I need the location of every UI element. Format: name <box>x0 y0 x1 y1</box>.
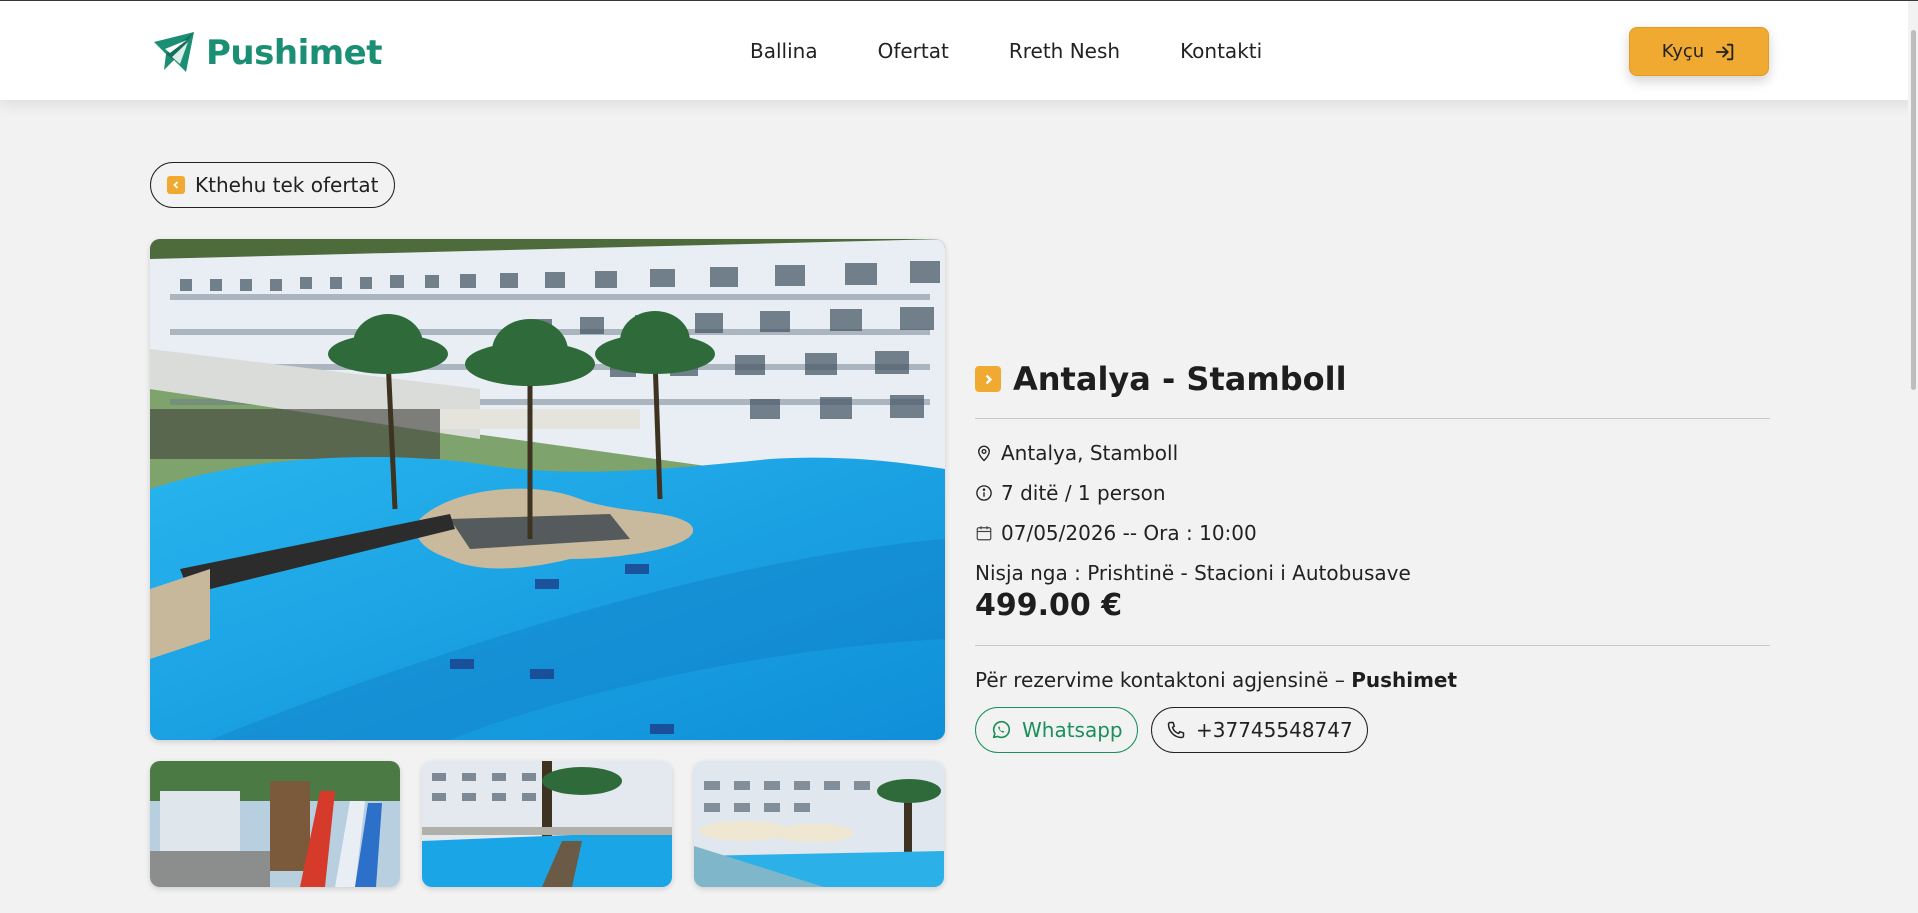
sign-in-icon <box>1716 43 1734 60</box>
whatsapp-icon <box>992 720 1011 739</box>
main-photo[interactable] <box>150 239 945 740</box>
scrollbar-thumb[interactable] <box>1911 30 1916 390</box>
calendar-icon <box>976 526 992 541</box>
offer-price: 499.00 € <box>975 588 1123 623</box>
login-label: Kyçu <box>1661 41 1705 62</box>
chevron-right-icon <box>975 366 1001 392</box>
info-icon <box>976 485 992 501</box>
date-text: 07/05/2026 -- Ora : 10:00 <box>1001 521 1257 545</box>
offer-duration: 7 ditë / 1 person <box>975 481 1166 505</box>
divider <box>975 645 1770 646</box>
phone-number: +37745548747 <box>1196 718 1353 742</box>
contact-text: Për rezervime kontaktoni agjensinë – Pus… <box>975 668 1457 692</box>
login-button[interactable]: Kyçu <box>1629 27 1769 76</box>
thumbnail-3[interactable] <box>694 761 944 887</box>
whatsapp-button[interactable]: Whatsapp <box>975 707 1138 753</box>
thumbnail-1[interactable] <box>150 761 400 887</box>
map-pin-icon <box>978 445 990 462</box>
nav-rreth-nesh[interactable]: Rreth Nesh <box>1009 37 1120 65</box>
location-text: Antalya, Stamboll <box>1001 441 1179 465</box>
contact-prompt: Për rezervime kontaktoni agjensinë – <box>975 668 1345 692</box>
phone-button[interactable]: +37745548747 <box>1151 707 1368 753</box>
duration-text: 7 ditë / 1 person <box>1001 481 1166 505</box>
nav-kontakti[interactable]: Kontakti <box>1180 37 1262 65</box>
plane-logo-icon <box>154 32 194 72</box>
site-header: Pushimet Ballina Ofertat Rreth Nesh Kont… <box>0 1 1918 100</box>
offer-date: 07/05/2026 -- Ora : 10:00 <box>975 521 1257 545</box>
nav-ballina[interactable]: Ballina <box>750 37 818 65</box>
main-nav: Ballina Ofertat Rreth Nesh Kontakti <box>750 37 1322 65</box>
whatsapp-label: Whatsapp <box>1022 718 1123 742</box>
departure-text: Nisja nga : Prishtinë - Stacioni i Autob… <box>975 561 1411 585</box>
logo[interactable]: Pushimet <box>150 27 382 79</box>
phone-icon <box>1167 721 1185 739</box>
divider <box>975 418 1770 419</box>
offer-title-row: Antalya - Stamboll <box>975 360 1347 398</box>
offer-title: Antalya - Stamboll <box>1013 360 1347 398</box>
offer-departure: Nisja nga : Prishtinë - Stacioni i Autob… <box>975 561 1411 585</box>
agency-name: Pushimet <box>1351 668 1458 692</box>
thumbnail-2[interactable] <box>422 761 672 887</box>
offer-location: Antalya, Stamboll <box>975 441 1178 465</box>
back-to-offers-button[interactable]: Kthehu tek ofertat <box>150 162 396 208</box>
back-label: Kthehu tek ofertat <box>195 173 379 197</box>
chevron-left-icon <box>167 176 185 194</box>
logo-text: Pushimet <box>206 33 382 73</box>
nav-ofertat[interactable]: Ofertat <box>878 37 949 65</box>
